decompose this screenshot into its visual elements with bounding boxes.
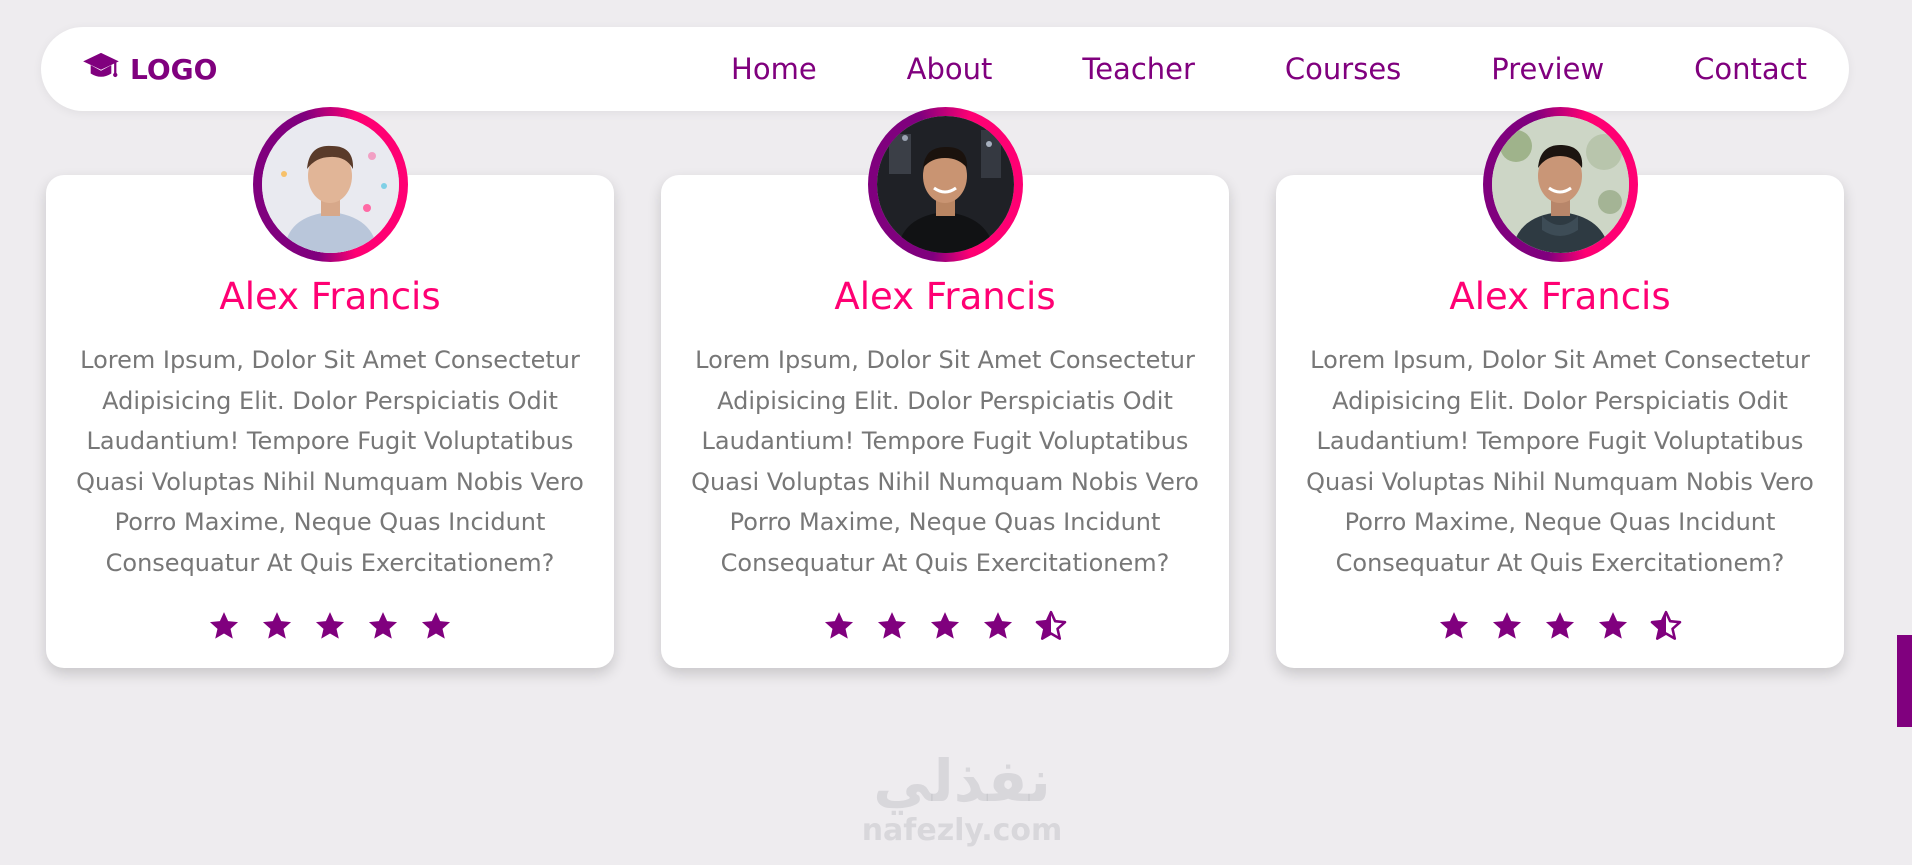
star-rating xyxy=(661,609,1229,643)
star-icon xyxy=(365,609,401,643)
nav-link-home[interactable]: Home xyxy=(731,52,817,86)
star-icon xyxy=(206,609,242,643)
star-icon xyxy=(1436,609,1472,643)
avatar xyxy=(1492,116,1629,253)
star-icon xyxy=(1542,609,1578,643)
avatar-ring xyxy=(1483,107,1638,262)
nav-link-courses[interactable]: Courses xyxy=(1285,52,1401,86)
logo-text: LOGO xyxy=(130,52,218,86)
teacher-card: Alex Francis Lorem Ipsum, Dolor Sit Amet… xyxy=(46,107,614,668)
watermark-arabic: نفذلي xyxy=(873,747,1051,815)
avatar-ring xyxy=(253,107,408,262)
nav-links: Home About Teacher Courses Preview Conta… xyxy=(731,27,1807,111)
star-half-icon xyxy=(1648,609,1684,643)
teacher-card: Alex Francis Lorem Ipsum, Dolor Sit Amet… xyxy=(661,107,1229,668)
watermark-latin: nafezly.com xyxy=(861,813,1063,848)
star-rating xyxy=(46,609,614,643)
scroll-indicator[interactable] xyxy=(1897,635,1912,727)
star-half-icon xyxy=(1033,609,1069,643)
teacher-card: Alex Francis Lorem Ipsum, Dolor Sit Amet… xyxy=(1276,107,1844,668)
nav-link-contact[interactable]: Contact xyxy=(1694,52,1807,86)
teacher-description: Lorem Ipsum, Dolor Sit Amet Consectetur … xyxy=(691,346,1199,577)
logo[interactable]: LOGO xyxy=(82,27,217,111)
nav-link-preview[interactable]: Preview xyxy=(1491,52,1604,86)
star-icon xyxy=(1595,609,1631,643)
navbar: LOGO Home About Teacher Courses Preview … xyxy=(41,27,1849,111)
avatar xyxy=(262,116,399,253)
teacher-name: Alex Francis xyxy=(834,275,1056,318)
star-icon xyxy=(821,609,857,643)
teacher-description: Lorem Ipsum, Dolor Sit Amet Consectetur … xyxy=(76,346,584,577)
teacher-name: Alex Francis xyxy=(219,275,441,318)
star-icon xyxy=(1489,609,1525,643)
star-icon xyxy=(312,609,348,643)
star-icon xyxy=(874,609,910,643)
nav-link-about[interactable]: About xyxy=(907,52,993,86)
avatar xyxy=(877,116,1014,253)
star-icon xyxy=(927,609,963,643)
star-rating xyxy=(1276,609,1844,643)
star-icon xyxy=(418,609,454,643)
graduation-cap-icon xyxy=(82,51,120,88)
teacher-name: Alex Francis xyxy=(1449,275,1671,318)
watermark: نفذلي nafezly.com xyxy=(852,748,1072,848)
star-icon xyxy=(980,609,1016,643)
teacher-description: Lorem Ipsum, Dolor Sit Amet Consectetur … xyxy=(1306,346,1814,577)
avatar-ring xyxy=(868,107,1023,262)
star-icon xyxy=(259,609,295,643)
nav-link-teacher[interactable]: Teacher xyxy=(1082,52,1195,86)
